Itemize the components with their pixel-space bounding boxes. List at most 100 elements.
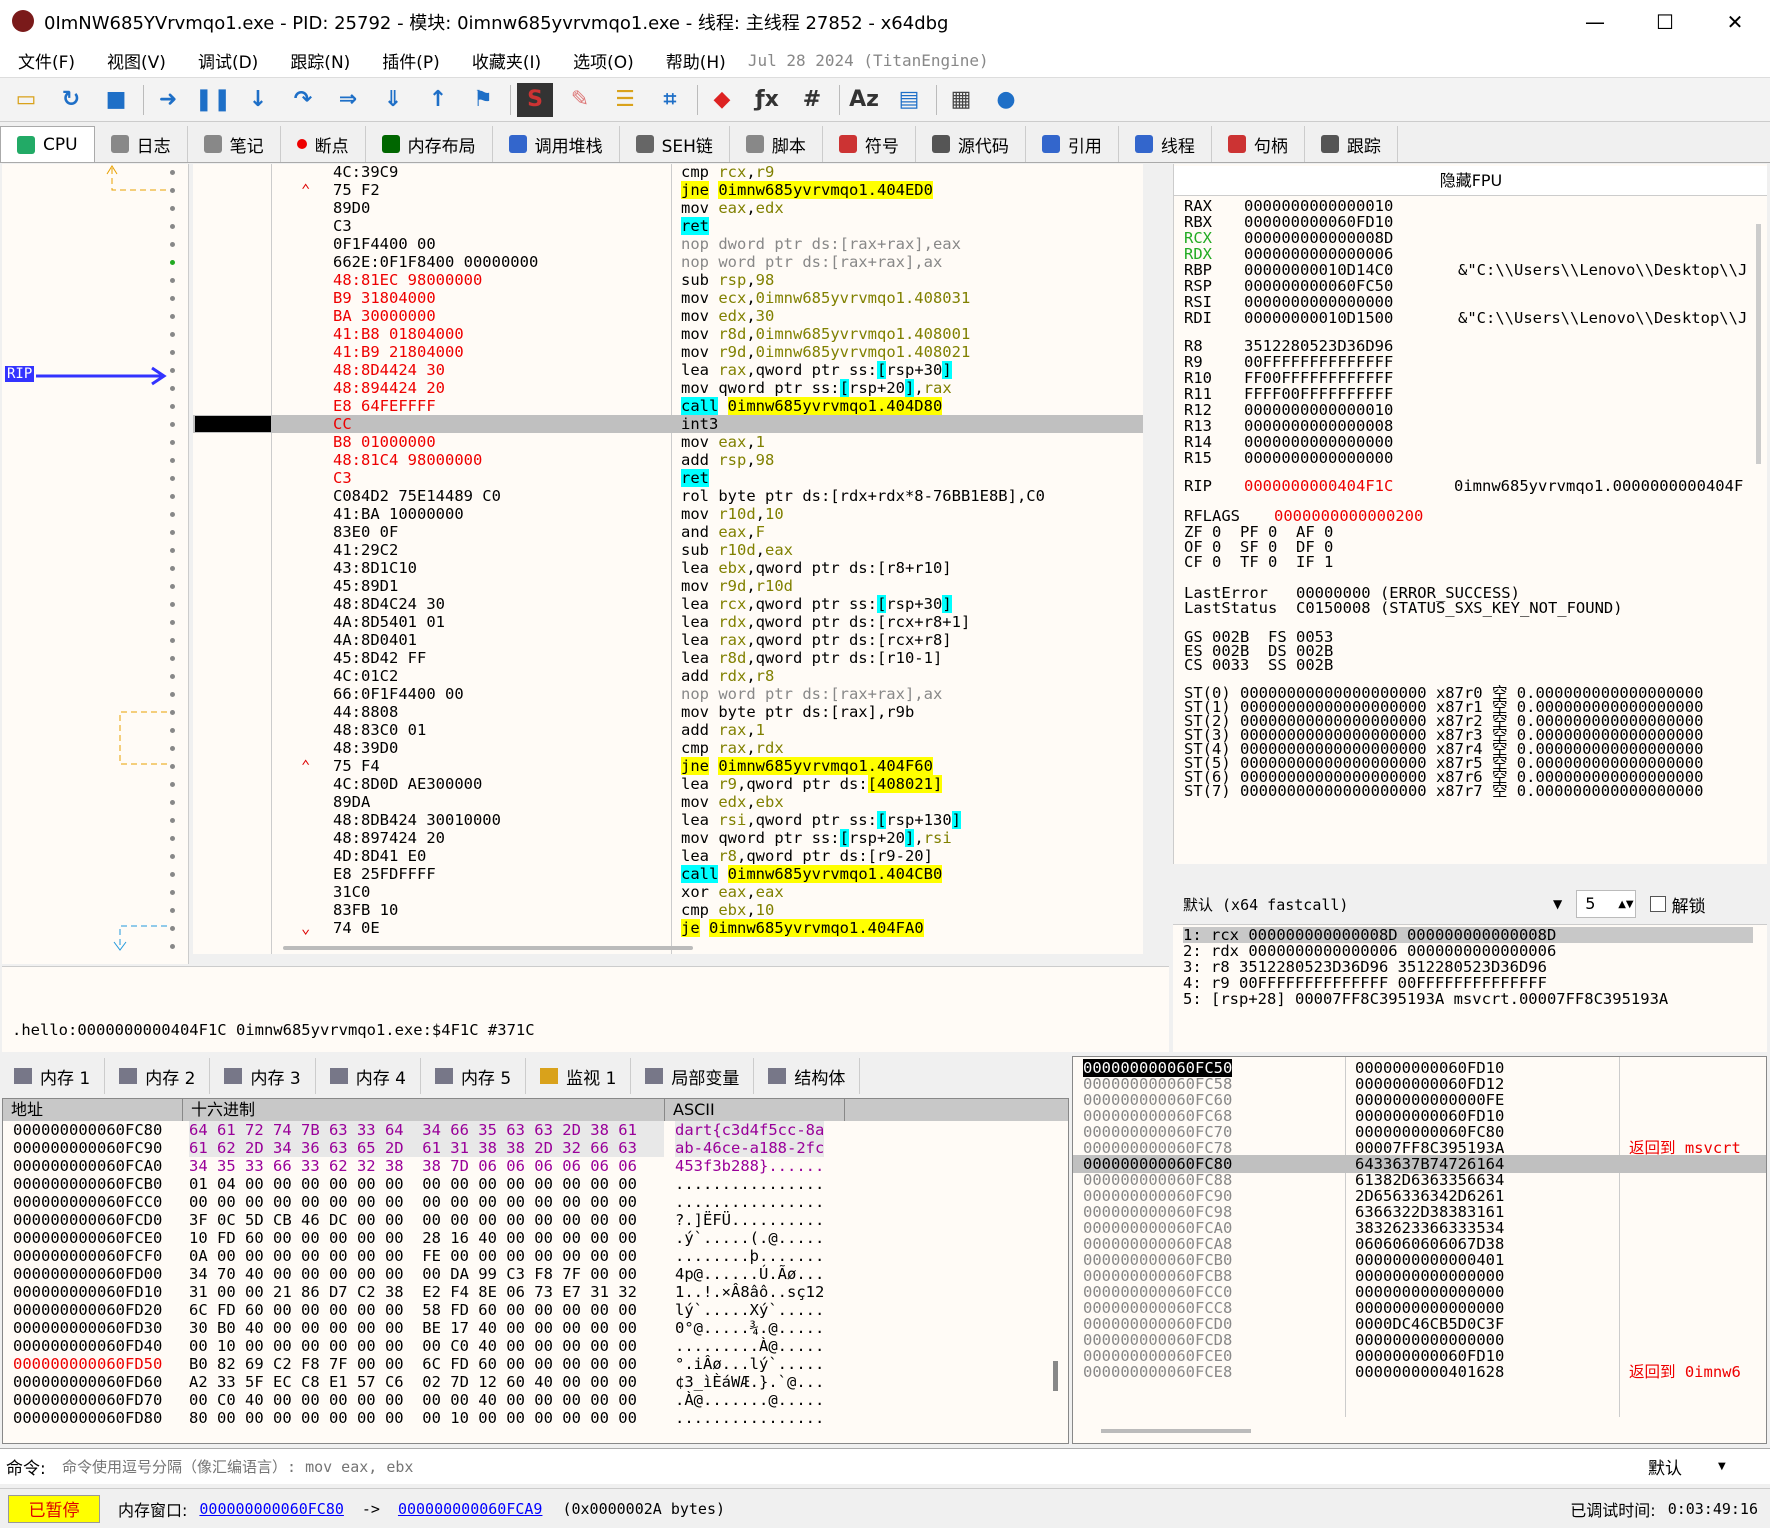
tab-breakpoints[interactable]: 断点 [281,126,366,162]
tab-call-stack[interactable]: 调用堆栈 [493,126,620,162]
stop-icon[interactable]: ■ [98,83,134,117]
command-mode-select[interactable]: 默认 [1648,1454,1718,1479]
bookmark-icon[interactable]: ◆ [704,83,740,117]
register-vscroll[interactable] [1756,224,1761,464]
execute-till-return-icon[interactable]: ↑ [420,83,456,117]
disasm-row[interactable]: 89DA mov edx,ebx [193,793,1143,811]
dump-row[interactable]: 000000000060FCC0 00 00 00 00 00 00 00 00 … [3,1193,1068,1211]
disasm-row[interactable]: 48:81C4 98000000 add rsp,98 [193,451,1143,469]
tab-dump-4[interactable]: 内存 4 [316,1058,421,1094]
disasm-row[interactable]: C3 ret [193,217,1143,235]
disasm-row[interactable]: BA 30000000 mov edx,30 [193,307,1143,325]
disasm-row[interactable]: ⌃ 75 F4 jne 0imnw685yvrvmqo1.404F60 [193,757,1143,775]
arguments-view[interactable]: 1: rcx 000000000000008D 000000000000008D… [1173,924,1767,1052]
close-button[interactable]: ✕ [1700,0,1770,44]
hash-icon[interactable]: # [794,83,830,117]
argument-row[interactable]: 4: r9 00FFFFFFFFFFFFFF 00FFFFFFFFFFFFFF [1183,975,1753,991]
tab-dump-3[interactable]: 内存 3 [210,1058,316,1094]
dump-row[interactable]: 000000000060FC90 61 62 2D 34 36 63 65 2D … [3,1139,1068,1157]
tab-threads[interactable]: 线程 [1119,126,1212,162]
dump-row[interactable]: 000000000060FD10 31 00 00 21 86 D7 C2 38 … [3,1283,1068,1301]
chevron-down-icon[interactable]: ▼ [1553,897,1562,911]
minimize-button[interactable]: — [1560,0,1630,44]
argument-row[interactable]: 2: rdx 0000000000000006 0000000000000006 [1183,943,1753,959]
disasm-row[interactable]: 48:8DB424 30010000 lea rsi,qword ptr ss:[… [193,811,1143,829]
stack-view[interactable]: 000000000060FC50 000000000060FD10 00000000… [1072,1056,1767,1444]
disassembly-view[interactable]: 4C:39C9 cmp rcx,r9 ⌃ 75 F2 jne 0imnw685yvrvm… [193,164,1143,954]
tab-locals[interactable]: 局部变量 [631,1058,755,1094]
command-input[interactable] [56,1451,1636,1482]
menu-view[interactable]: 视图(V) [107,48,166,73]
menu-plugins[interactable]: 插件(P) [382,48,440,73]
font-icon[interactable]: Aᴢ [846,83,882,117]
memory-dump-view[interactable]: 地址 十六进制 ASCII 000000000060FC80 64 61 72 7… [2,1098,1069,1444]
trace-into-icon[interactable]: ⇒ [330,83,366,117]
disasm-row[interactable]: 41:B9 21804000 mov r9d,0imnw685yvrvmqo1.4… [193,343,1143,361]
menu-favourites[interactable]: 收藏夹(I) [472,48,541,73]
disasm-row[interactable]: 48:894424 20 mov qword ptr ss:[rsp+20],ra… [193,379,1143,397]
tab-memory-map[interactable]: 内存布局 [366,126,493,162]
dump-row[interactable]: 000000000060FD30 30 B0 40 00 00 00 00 00 … [3,1319,1068,1337]
open-icon[interactable]: ▭ [8,83,44,117]
disasm-row[interactable]: 45:8D42 FF lea r8d,qword ptr ds:[r10-1] [193,649,1143,667]
disasm-row[interactable]: 48:81EC 98000000 sub rsp,98 [193,271,1143,289]
menu-help[interactable]: 帮助(H) [666,48,726,73]
dump-row[interactable]: 000000000060FCD0 3F 0C 5D CB 46 DC 00 00 … [3,1211,1068,1229]
disasm-row[interactable]: 4C:8D0D AE300000 lea r9,qword ptr ds:[408… [193,775,1143,793]
argument-row[interactable]: 3: r8 3512280523D36D96 3512280523D36D96 [1183,959,1753,975]
patch-icon[interactable]: ✎ [562,83,598,117]
function-icon[interactable]: ƒx [749,83,785,117]
label-icon[interactable]: ⌗ [652,83,688,117]
disasm-row[interactable]: 4A:8D5401 01 lea rdx,qword ptr ds:[rcx+r8… [193,613,1143,631]
dump-row[interactable]: 000000000060FD00 34 70 40 00 00 00 00 00 … [3,1265,1068,1283]
tab-trace[interactable]: 跟踪 [1305,126,1398,162]
dump-row[interactable]: 000000000060FD70 00 C0 40 00 00 00 00 00 … [3,1391,1068,1409]
disasm-row[interactable]: 43:8D1C10 lea ebx,qword ptr ds:[r8+r10] [193,559,1143,577]
tab-seh-chain[interactable]: SEH链 [620,126,730,162]
pause-icon[interactable]: ❚❚ [195,83,232,117]
disasm-row[interactable]: 48:8D4C24 30 lea rcx,qword ptr ss:[rsp+30… [193,595,1143,613]
memwin-start-link[interactable]: 000000000060FC80 [199,1500,344,1518]
run-icon[interactable]: ➜ [150,83,186,117]
tab-script[interactable]: 脚本 [730,126,823,162]
stack-row[interactable]: 000000000060FCE8 0000000000401628 返回到 0imn… [1073,1363,1766,1381]
disasm-row[interactable]: 662E:0F1F8400 00000000 nop word ptr ds:[r… [193,253,1143,271]
tab-dump-2[interactable]: 内存 2 [105,1058,211,1094]
tab-struct[interactable]: 结构体 [754,1058,861,1094]
disasm-row[interactable]: 45:89D1 mov r9d,r10d [193,577,1143,595]
dump-row[interactable]: 000000000060FD20 6C FD 60 00 00 00 00 00 … [3,1301,1068,1319]
disasm-row[interactable]: 4D:8D41 E0 lea r8,qword ptr ds:[r9-20] [193,847,1143,865]
dump-row[interactable]: 000000000060FCE0 10 FD 60 00 00 00 00 00 … [3,1229,1068,1247]
step-into-icon[interactable]: ↓ [240,83,276,117]
disasm-row[interactable]: B9 31804000 mov ecx,0imnw685yvrvmqo1.4080… [193,289,1143,307]
dump-row[interactable]: 000000000060FD50 B0 82 69 C2 F8 7F 00 00 … [3,1355,1068,1373]
dump-row[interactable]: 000000000060FCB0 01 04 00 00 00 00 00 00 … [3,1175,1068,1193]
tab-symbols[interactable]: 符号 [823,126,916,162]
disasm-row[interactable]: 4C:01C2 add rdx,r8 [193,667,1143,685]
dump-row[interactable]: 000000000060FD40 00 10 00 00 00 00 00 00 … [3,1337,1068,1355]
tab-cpu[interactable]: CPU [0,126,95,162]
disasm-hscroll[interactable] [283,946,693,950]
disasm-row[interactable]: 89D0 mov eax,edx [193,199,1143,217]
disasm-row[interactable]: 4C:39C9 cmp rcx,r9 [193,164,1143,181]
disasm-row[interactable]: 41:BA 10000000 mov r10d,10 [193,505,1143,523]
disasm-row[interactable]: 48:897424 20 mov qword ptr ss:[rsp+20],rs… [193,829,1143,847]
dump-vscroll[interactable] [1053,1361,1058,1391]
argument-row[interactable]: 1: rcx 000000000000008D 000000000000008D [1183,927,1753,943]
script-icon[interactable]: S [517,82,553,117]
tab-dump-5[interactable]: 内存 5 [421,1058,527,1094]
hide-fpu-button[interactable]: 隐藏FPU [1174,166,1767,196]
disasm-row[interactable]: E8 64FEFFFF call 0imnw685yvrvmqo1.404D80 [193,397,1143,415]
tab-handles[interactable]: 句柄 [1212,126,1305,162]
disasm-row[interactable]: E8 25FDFFFF call 0imnw685yvrvmqo1.404CB0 [193,865,1143,883]
spin-arrows-icon[interactable]: ▲▼ [1618,899,1633,910]
dump-row[interactable]: 000000000060FD60 A2 33 5F EC C8 E1 57 C6 … [3,1373,1068,1391]
tab-source[interactable]: 源代码 [916,126,1026,162]
disasm-row[interactable]: C084D2 75E14489 C0 rol byte ptr ds:[rdx+r… [193,487,1143,505]
disasm-row[interactable]: 31C0 xor eax,eax [193,883,1143,901]
dump-row[interactable]: 000000000060FCF0 0A 00 00 00 00 00 00 00 … [3,1247,1068,1265]
menu-file[interactable]: 文件(F) [18,48,75,73]
calculator-icon[interactable]: ▦ [943,83,979,117]
tab-references[interactable]: 引用 [1026,126,1119,162]
disasm-row[interactable]: 83FB 10 cmp ebx,10 [193,901,1143,919]
